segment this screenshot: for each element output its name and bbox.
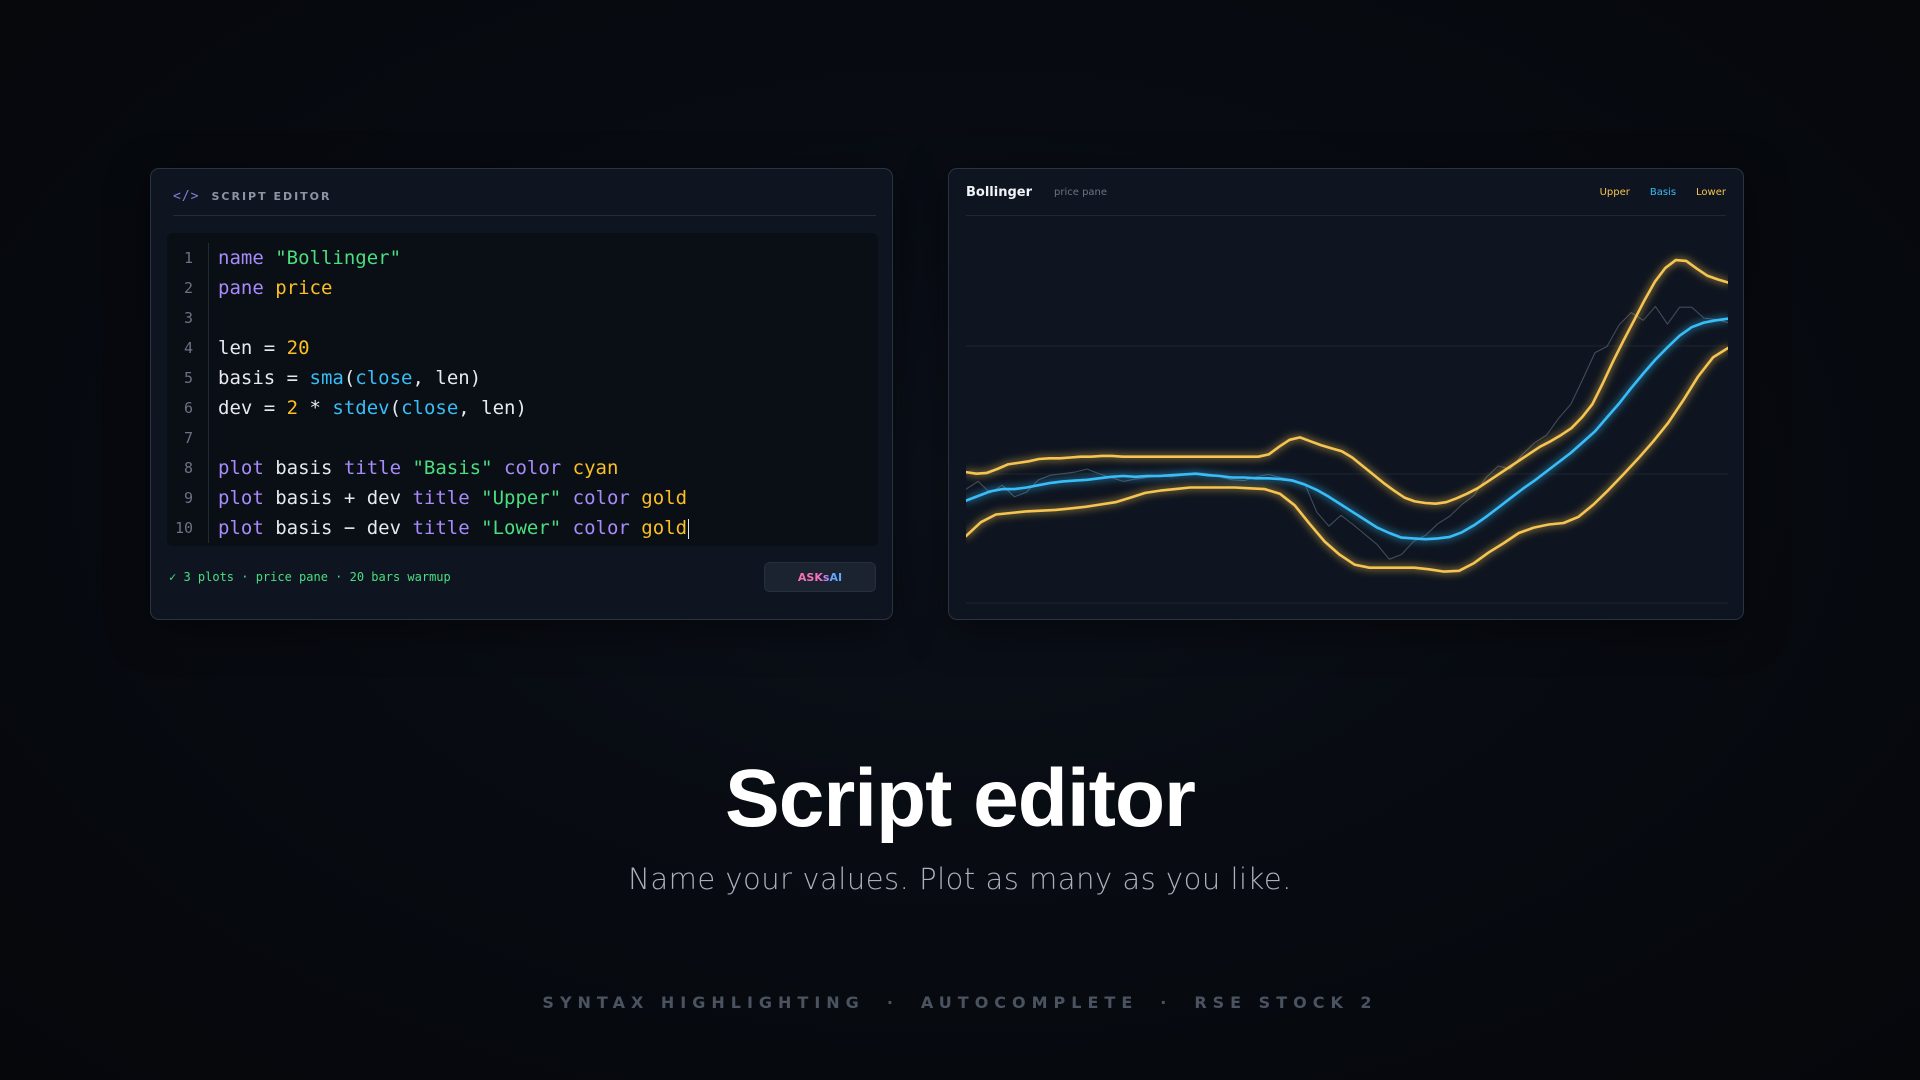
keyword: title bbox=[412, 517, 470, 539]
keyword: plot bbox=[218, 457, 264, 479]
code-text: , len) bbox=[412, 367, 482, 389]
function-name: sma bbox=[309, 367, 344, 389]
code-line-4[interactable]: 4 len = 20 bbox=[167, 333, 878, 363]
feature-rse-stock: RSE STOCK 2 bbox=[1194, 993, 1378, 1012]
code-line-5[interactable]: 5 basis = sma(close, len) bbox=[167, 363, 878, 393]
line-number: 9 bbox=[167, 483, 209, 513]
string-literal: "Bollinger" bbox=[275, 247, 402, 269]
separator-dot: · bbox=[886, 993, 899, 1012]
legend-upper[interactable]: Upper bbox=[1600, 187, 1630, 198]
chart-subtitle: price pane bbox=[1054, 186, 1108, 198]
code-text: basis − dev bbox=[263, 517, 413, 539]
separator-dot: · bbox=[1160, 993, 1173, 1012]
code-line-10[interactable]: 10 plot basis − dev title "Lower" color … bbox=[167, 513, 878, 543]
series-line-lower bbox=[966, 346, 1728, 573]
text-cursor bbox=[688, 518, 690, 539]
function-name: close bbox=[401, 397, 459, 419]
script-editor-card: </> SCRIPT EDITOR 1 name "Bollinger" 2 p… bbox=[150, 168, 893, 620]
code-line-9[interactable]: 9 plot basis + dev title "Upper" color g… bbox=[167, 483, 878, 513]
legend-basis[interactable]: Basis bbox=[1650, 187, 1676, 198]
line-number: 2 bbox=[167, 273, 209, 303]
code-text: * bbox=[298, 397, 333, 419]
feature-list: SYNTAX HIGHLIGHTING · AUTOCOMPLETE · RSE STO… bbox=[0, 993, 1920, 1012]
keyword: title bbox=[343, 457, 402, 479]
legend-lower[interactable]: Lower bbox=[1696, 187, 1726, 198]
code-line-2[interactable]: 2 pane price bbox=[167, 273, 878, 303]
feature-syntax-highlighting: SYNTAX HIGHLIGHTING bbox=[542, 993, 865, 1012]
bollinger-chart[interactable] bbox=[966, 217, 1728, 607]
code-icon: </> bbox=[173, 189, 200, 204]
code-line-7[interactable]: 7 bbox=[167, 423, 878, 453]
series-line-price bbox=[966, 305, 1728, 560]
function-name: stdev bbox=[332, 397, 390, 419]
code-line-6[interactable]: 6 dev = 2 * stdev(close, len) bbox=[167, 393, 878, 423]
string-literal: "Upper" bbox=[469, 487, 573, 509]
identifier: gold bbox=[629, 487, 688, 509]
line-number: 6 bbox=[167, 393, 209, 423]
keyword: name bbox=[218, 247, 264, 269]
code-area[interactable]: 1 name "Bollinger" 2 pane price 3 4 len … bbox=[167, 233, 878, 546]
page-subline: Name your values. Plot as many as you li… bbox=[628, 862, 1292, 896]
string-literal: "Basis" bbox=[401, 457, 504, 479]
keyword: color bbox=[572, 487, 630, 509]
editor-header: </> SCRIPT EDITOR bbox=[173, 169, 876, 216]
number-literal: 20 bbox=[286, 337, 310, 359]
code-text: ( bbox=[343, 367, 356, 389]
chart-title: Bollinger bbox=[966, 184, 1032, 200]
chart-card: Bollinger price pane Upper Basis Lower bbox=[948, 168, 1744, 620]
string-literal: "Lower" bbox=[469, 517, 573, 539]
code-text: basis bbox=[263, 457, 344, 479]
keyword: color bbox=[572, 517, 630, 539]
page-headline: Script editor bbox=[725, 753, 1196, 844]
keyword: plot bbox=[218, 517, 264, 539]
keyword: title bbox=[412, 487, 470, 509]
code-text: dev = bbox=[218, 397, 287, 419]
code-text: basis + dev bbox=[263, 487, 413, 509]
code-line-8[interactable]: 8 plot basis title "Basis" color cyan bbox=[167, 453, 878, 483]
code-text: len = bbox=[218, 337, 287, 359]
line-number: 7 bbox=[167, 423, 209, 453]
keyword: pane bbox=[218, 277, 264, 299]
keyword: color bbox=[504, 457, 562, 479]
number-literal: 2 bbox=[286, 397, 299, 419]
ask-label: ASK bbox=[797, 570, 823, 584]
identifier: cyan bbox=[561, 457, 619, 479]
line-number: 1 bbox=[167, 243, 209, 273]
code-text: ( bbox=[389, 397, 402, 419]
line-number: 10 bbox=[167, 513, 209, 543]
ask-label-ai: AI bbox=[829, 570, 843, 584]
line-number: 3 bbox=[167, 303, 209, 333]
code-text: basis = bbox=[218, 367, 310, 389]
chart-legend: Upper Basis Lower bbox=[1600, 187, 1726, 198]
keyword: plot bbox=[218, 487, 264, 509]
chart-header: Bollinger price pane Upper Basis Lower bbox=[966, 169, 1726, 216]
ask-ai-button[interactable]: ASK s AI bbox=[764, 562, 876, 592]
series-line-upper bbox=[966, 258, 1728, 506]
line-number: 8 bbox=[167, 453, 209, 483]
identifier: gold bbox=[629, 517, 688, 539]
function-name: close bbox=[355, 367, 413, 389]
code-line-3[interactable]: 3 bbox=[167, 303, 878, 333]
feature-autocomplete: AUTOCOMPLETE bbox=[920, 993, 1139, 1012]
status-text: ✓ 3 plots · price pane · 20 bars warmup bbox=[169, 570, 451, 584]
identifier: price bbox=[275, 277, 333, 299]
editor-status-bar: ✓ 3 plots · price pane · 20 bars warmup … bbox=[169, 561, 876, 593]
line-number: 4 bbox=[167, 333, 209, 363]
code-line-1[interactable]: 1 name "Bollinger" bbox=[167, 243, 878, 273]
editor-title: SCRIPT EDITOR bbox=[211, 190, 332, 203]
code-text: , len) bbox=[458, 397, 527, 419]
line-number: 5 bbox=[167, 363, 209, 393]
